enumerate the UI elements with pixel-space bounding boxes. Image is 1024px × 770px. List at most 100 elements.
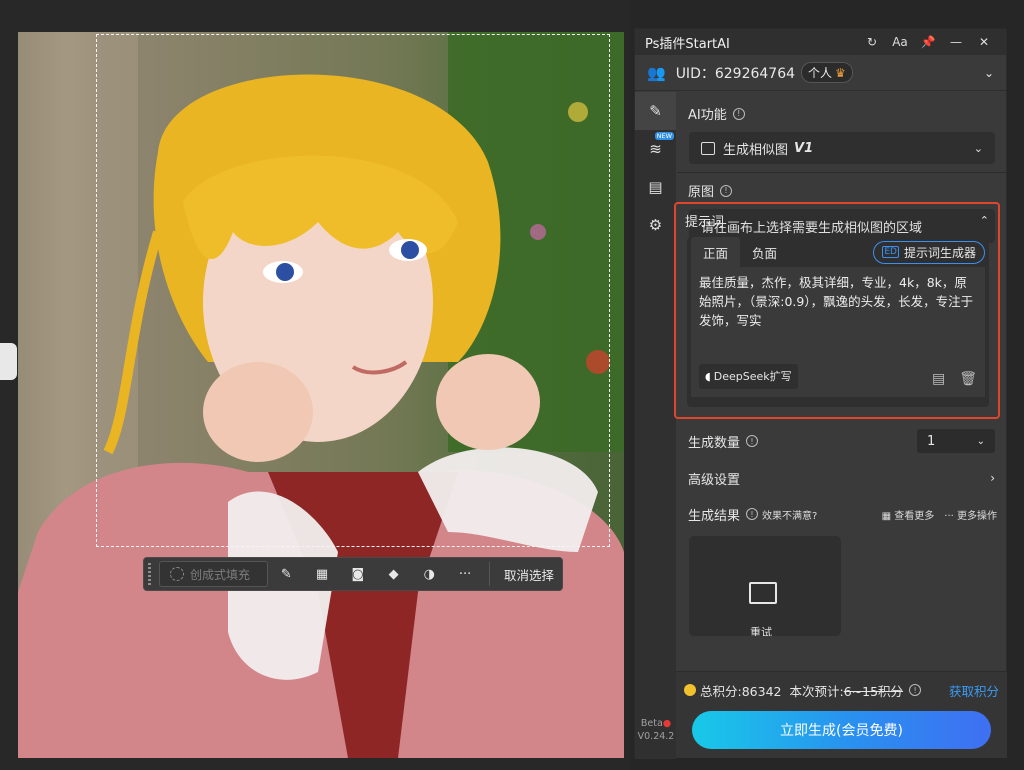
generate-now-button[interactable]: 立即生成(会员免费) [692, 711, 991, 749]
ai-function-heading: AI功能 ! [677, 104, 1007, 123]
toolbar-grip-handle[interactable] [148, 563, 151, 585]
advanced-settings-label: 高级设置 [688, 472, 741, 488]
close-icon[interactable]: ✕ [970, 35, 998, 49]
prompt-generator-button[interactable]: ED 提示词生成器 [873, 240, 985, 264]
more-actions-button[interactable]: ··· 更多操作 [944, 507, 997, 522]
user-id: UID：629264764 [675, 65, 796, 82]
refresh-icon[interactable]: ↻ [858, 35, 886, 49]
plan-badge-label: 个人 [808, 66, 833, 80]
prompt-label: 提示词 [685, 214, 725, 230]
generate-count-value: 1 [927, 433, 936, 449]
prompt-actions: ▤ 🗑 [932, 370, 977, 389]
left-nav-rail: ✎ ≋ NEW ▤ ⚙ Beta● V0.24.2 [635, 92, 676, 759]
prompt-text: 最佳质量，杰作，极其详细，专业，4k，8k，原始照片，（景深:0.9），飘逸的头… [699, 275, 974, 328]
results-label: 生成结果 [688, 508, 741, 524]
panel-titlebar: Ps插件StartAI ↻ Aa 📌 — ✕ [635, 29, 1006, 55]
info-icon[interactable]: ! [732, 107, 745, 120]
deepseek-label: DeepSeek扩写 [713, 370, 792, 383]
minimize-icon[interactable]: — [942, 35, 970, 49]
document-icon[interactable]: ▤ [635, 168, 676, 206]
generative-fill-button[interactable]: 创成式填充 [158, 561, 269, 587]
info-icon[interactable]: ! [746, 508, 759, 520]
mask-icon[interactable]: ◙ [340, 557, 376, 591]
points-row: 总积分:86342 本次预计: 6~15积分 ! 获取积分 [676, 676, 1007, 704]
canvas-area[interactable]: 创成式填充 ✎ ▦ ◙ ◆ ◑ ··· 取消选择 [0, 0, 630, 770]
estimate-label: 本次预计: [789, 683, 844, 699]
font-size-icon[interactable]: Aa [886, 35, 914, 49]
retry-label[interactable]: 重试 [750, 624, 772, 636]
advanced-settings-row[interactable]: 高级设置 › [677, 461, 1007, 495]
prompt-section: 提示词 ⌃ 正面 负面 ED 提示词生成器 最佳质量，杰作，极其详细，专业，4k… [674, 202, 1000, 419]
coin-icon [684, 684, 696, 696]
view-more-label: 查看更多 [894, 510, 935, 522]
prompt-header[interactable]: 提示词 ⌃ [676, 204, 998, 236]
generate-count-label: 生成数量 [688, 435, 741, 451]
info-icon[interactable]: ! [720, 184, 733, 197]
estimate-value: 6~15积分 [843, 683, 904, 699]
trash-icon[interactable]: 🗑 [959, 370, 977, 389]
mask-grid-icon[interactable]: ▦ [304, 557, 340, 591]
unsatisfied-link[interactable]: 效果不满意? [762, 507, 817, 522]
total-points: 总积分:86342 [700, 683, 782, 699]
generative-fill-label: 创成式填充 [189, 567, 250, 582]
chevron-down-icon: ⌄ [976, 435, 985, 447]
generate-count-dropdown[interactable]: 1 ⌄ [917, 429, 995, 453]
panel-collapse-handle[interactable] [0, 343, 17, 380]
prompt-box: 正面 负面 ED 提示词生成器 最佳质量，杰作，极其详细，专业，4k，8k，原始… [687, 236, 989, 407]
version-tag: V1 [794, 140, 814, 156]
ai-function-label: AI功能 [688, 108, 727, 123]
contextual-task-bar: 创成式填充 ✎ ▦ ◙ ◆ ◑ ··· 取消选择 [143, 557, 563, 591]
beta-dot: ● [662, 718, 672, 729]
settings-gear-icon[interactable]: ⚙ [635, 206, 676, 244]
original-image-label: 原图 [688, 185, 715, 200]
more-options-icon[interactable]: ··· [447, 557, 483, 591]
panel-footer: 总积分:86342 本次预计: 6~15积分 ! 获取积分 立即生成(会员免费) [676, 671, 1007, 758]
prompt-tabs: 正面 负面 ED 提示词生成器 [687, 236, 989, 268]
fill-bucket-icon[interactable]: ◆ [376, 557, 412, 591]
chevron-down-icon[interactable]: ⌄ [984, 66, 994, 80]
view-more-button[interactable]: ▦ 查看更多 [882, 507, 935, 522]
gallery-icon: ▦ [881, 510, 895, 522]
account-bar: 👥 UID：629264764 个人 ♛ ⌄ [635, 55, 1006, 91]
generative-fill-icon [169, 567, 184, 581]
startai-plugin-panel: Ps插件StartAI ↻ Aa 📌 — ✕ 👥 UID：629264764 个… [634, 28, 1007, 759]
results-header: 生成结果 ! 效果不满意? ▦ 查看更多 ··· 更多操作 [677, 498, 1007, 530]
plan-badge: 个人 ♛ [801, 62, 853, 83]
cancel-selection-button[interactable]: 取消选择 [496, 565, 562, 584]
adjustment-icon[interactable]: ◑ [411, 557, 447, 591]
image-icon [701, 141, 715, 155]
beta-label: Beta [640, 718, 663, 729]
users-icon: 👥 [647, 63, 666, 82]
whale-icon: ◖ [705, 370, 711, 383]
info-icon[interactable]: ! [909, 684, 922, 696]
version-info: Beta● V0.24.2 [637, 717, 675, 743]
crown-icon: ♛ [835, 66, 846, 80]
ai-function-selected: 生成相似图 [723, 142, 789, 158]
original-image-heading: 原图 ! [677, 181, 1007, 200]
info-icon[interactable]: ! [746, 435, 759, 447]
tab-negative[interactable]: 负面 [740, 237, 789, 268]
panel-title: Ps插件StartAI [645, 36, 730, 52]
generate-count-heading: 生成数量 ! [677, 432, 769, 451]
results-actions: ▦ 查看更多 ··· 更多操作 [882, 507, 997, 522]
edit-tool-icon[interactable]: ✎ [635, 92, 676, 130]
layers-icon[interactable]: ≋ NEW [635, 130, 676, 168]
generate-count-row: 生成数量 ! 1 ⌄ [677, 424, 1007, 458]
chevron-down-icon: ⌄ [973, 141, 983, 155]
version-number: V0.24.2 [637, 731, 675, 742]
tab-positive[interactable]: 正面 [691, 236, 741, 268]
brush-icon[interactable]: ✎ [268, 557, 304, 591]
ai-function-dropdown[interactable]: 生成相似图 V1 ⌄ [689, 132, 995, 164]
result-placeholder-card[interactable]: 重试 [689, 536, 841, 636]
deepseek-expand-button[interactable]: ◖ DeepSeek扩写 [699, 364, 798, 389]
new-badge: NEW [654, 132, 674, 140]
prompt-history-icon[interactable]: ▤ [932, 370, 945, 389]
results-heading: 生成结果 ! 效果不满意? [677, 505, 828, 524]
get-points-link[interactable]: 获取积分 [949, 681, 999, 700]
pin-icon[interactable]: 📌 [914, 35, 942, 49]
prompt-generator-label: 提示词生成器 [903, 245, 976, 260]
prompt-textarea[interactable]: 最佳质量，杰作，极其详细，专业，4k，8k，原始照片，（景深:0.9），飘逸的头… [691, 267, 985, 397]
toolbar-divider [489, 562, 490, 586]
chevron-up-icon[interactable]: ⌃ [980, 214, 989, 227]
selection-marquee[interactable] [96, 34, 610, 547]
